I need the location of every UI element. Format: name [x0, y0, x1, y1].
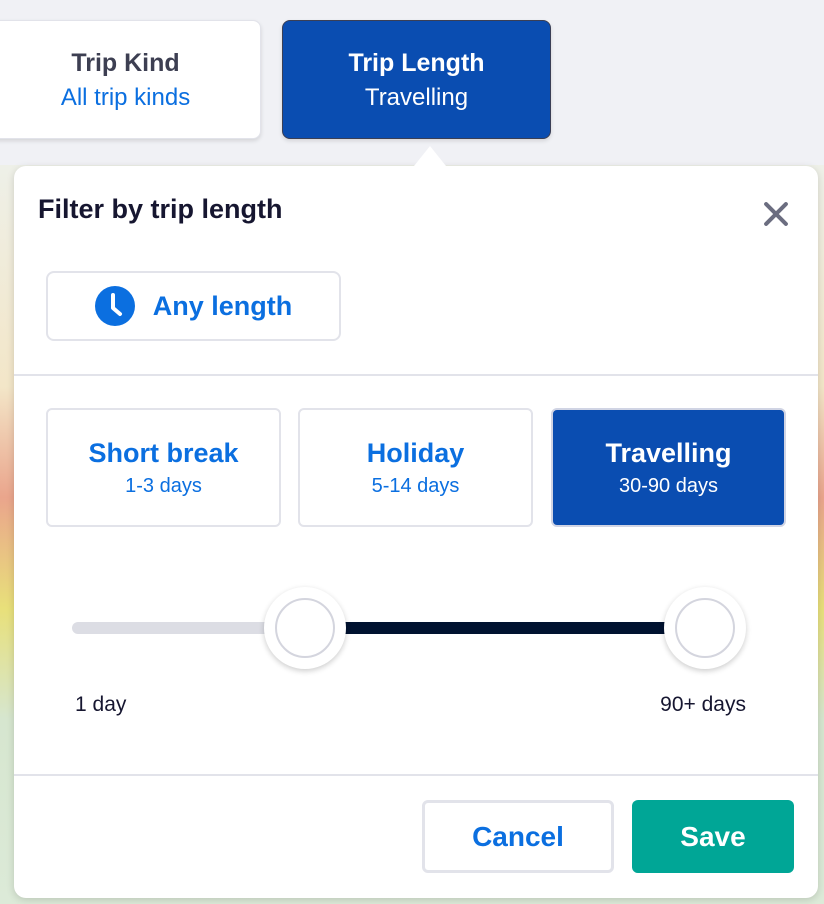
cancel-button[interactable]: Cancel: [422, 800, 614, 873]
filter-label: Trip Kind: [71, 48, 180, 77]
divider: [14, 774, 818, 776]
popover-title: Filter by trip length: [38, 194, 283, 224]
filter-value: All trip kinds: [60, 83, 191, 111]
slider-min-label: 1 day: [75, 693, 127, 716]
slider-range-fill: [305, 622, 705, 634]
close-icon[interactable]: [758, 196, 794, 232]
slider-min-handle[interactable]: [264, 587, 346, 669]
option-sub: 1-3 days: [125, 474, 202, 497]
filter-value: Travelling: [364, 83, 469, 111]
any-length-button[interactable]: Any length: [46, 271, 341, 341]
filter-label: Trip Length: [348, 48, 485, 77]
popover-arrow: [414, 146, 446, 166]
clock-icon: [94, 286, 135, 326]
option-holiday[interactable]: Holiday 5-14 days: [298, 408, 533, 527]
trip-length-popover: Filter by trip length Any length Short b…: [14, 146, 818, 898]
filter-trip-length-button[interactable]: Trip Length Travelling: [282, 20, 551, 139]
option-sub: 30-90 days: [619, 474, 718, 497]
slider-max-label: 90+ days: [660, 693, 746, 716]
slider-max-handle[interactable]: [664, 587, 746, 669]
filter-trip-kind-button[interactable]: Trip Kind All trip kinds: [0, 20, 261, 139]
option-label: Travelling: [605, 437, 732, 468]
save-button[interactable]: Save: [632, 800, 794, 873]
option-short-break[interactable]: Short break 1-3 days: [46, 408, 281, 527]
option-sub: 5-14 days: [371, 474, 460, 497]
option-label: Short break: [88, 437, 239, 468]
any-length-label: Any length: [152, 290, 293, 321]
option-label: Holiday: [366, 437, 465, 468]
option-travelling[interactable]: Travelling 30-90 days: [551, 408, 786, 527]
divider: [14, 374, 818, 376]
